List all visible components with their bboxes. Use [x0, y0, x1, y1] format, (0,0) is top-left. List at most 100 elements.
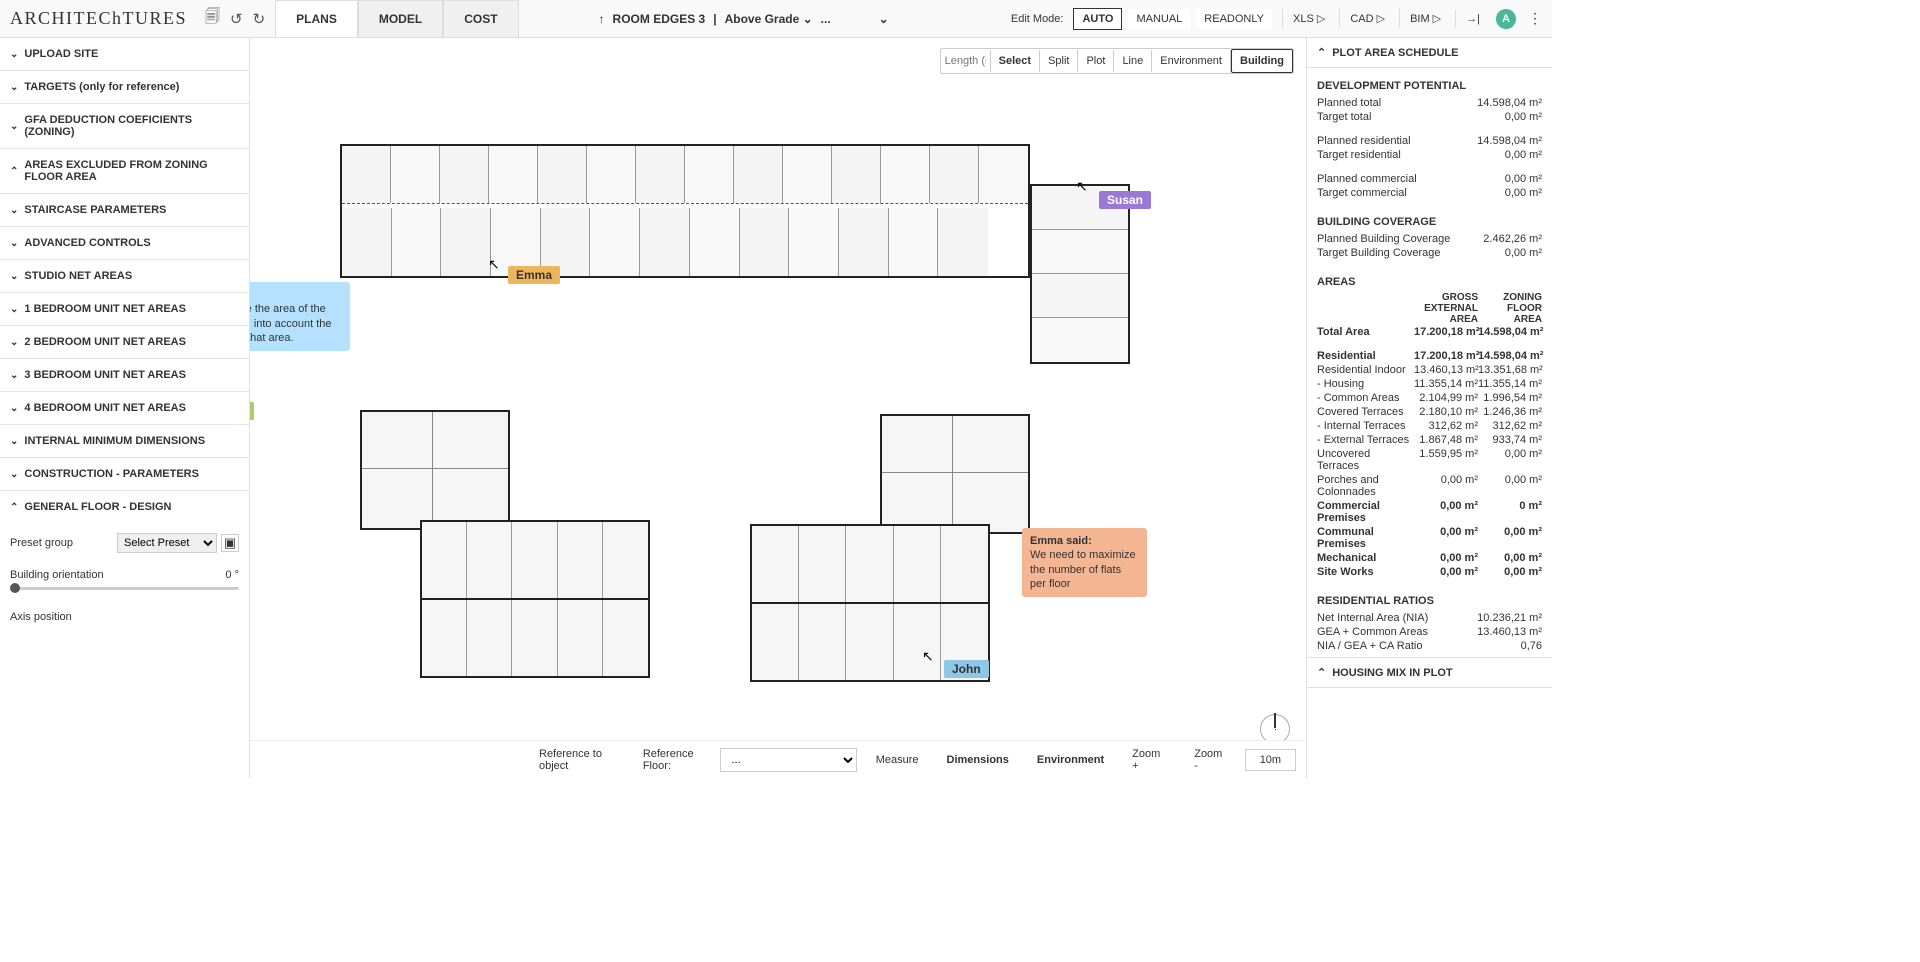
tool-split-button[interactable]: Split — [1040, 50, 1078, 72]
separator: | — [713, 12, 716, 26]
left-sidebar[interactable]: ⌄UPLOAD SITE ⌄TARGETS (only for referenc… — [0, 38, 250, 778]
panel-construction[interactable]: ⌄CONSTRUCTION - PARAMETERS — [0, 458, 249, 491]
tool-building-button[interactable]: Building — [1231, 49, 1293, 73]
tool-line-button[interactable]: Line — [1114, 50, 1152, 72]
save-icon[interactable]: 🗐 — [205, 6, 220, 31]
panel-label: INTERNAL MINIMUM DIMENSIONS — [24, 435, 205, 447]
panel-gfa[interactable]: ⌄GFA DEDUCTION COEFICIENTS (ZONING) — [0, 104, 249, 149]
user-tag-william[interactable]: William — [250, 402, 254, 420]
user-avatar[interactable]: A — [1496, 9, 1516, 29]
tab-cost[interactable]: COST — [443, 0, 518, 37]
comment-author: Emma said: — [1030, 535, 1092, 547]
row-c1: 1.867,48 m² — [1414, 434, 1478, 446]
export-xls-button[interactable]: XLS ▷ — [1282, 9, 1329, 28]
section-building-coverage: BUILDING COVERAGE Planned Building Cover… — [1307, 204, 1552, 264]
chevron-up-icon: ⌃ — [1317, 666, 1326, 679]
collapse-panel-icon[interactable]: →| — [1455, 10, 1484, 28]
row-label: Planned Building Coverage — [1317, 233, 1483, 245]
chevron-up-icon: ⌃ — [1317, 46, 1326, 59]
right-sidebar[interactable]: ⌃ PLOT AREA SCHEDULE DEVELOPMENT POTENTI… — [1306, 38, 1552, 778]
orientation-slider[interactable] — [10, 587, 239, 599]
panel-plot-area-schedule[interactable]: ⌃ PLOT AREA SCHEDULE — [1307, 38, 1552, 68]
row-c2: 11.355,14 m² — [1478, 378, 1542, 390]
chevron-down-icon: ⌄ — [10, 82, 18, 93]
row-label: Site Works — [1317, 566, 1414, 578]
redo-icon[interactable]: ↻ — [253, 10, 266, 28]
length-input[interactable] — [941, 50, 991, 72]
undo-icon[interactable]: ↺ — [230, 10, 243, 28]
zoom-in-button[interactable]: Zoom + — [1123, 742, 1175, 778]
tool-select-button[interactable]: Select — [991, 50, 1040, 72]
preset-add-button[interactable]: ▣ — [221, 534, 239, 552]
panel-four-bed[interactable]: ⌄4 BEDROOM UNIT NET AREAS — [0, 392, 249, 425]
panel-advanced[interactable]: ⌄ADVANCED CONTROLS — [0, 227, 249, 260]
panel-label: GENERAL FLOOR - DESIGN — [24, 501, 171, 513]
preset-select[interactable]: Select Preset — [117, 533, 217, 553]
floorplan-2[interactable] — [360, 410, 650, 688]
chevron-down-icon: ⌄ — [10, 271, 18, 282]
tab-plans[interactable]: PLANS — [275, 0, 358, 37]
panel-general-floor[interactable]: ⌃ GENERAL FLOOR - DESIGN — [0, 491, 249, 523]
panel-upload-site[interactable]: ⌄UPLOAD SITE — [0, 38, 249, 71]
row-value: 13.460,13 m² — [1477, 626, 1542, 638]
measure-button[interactable]: Measure — [867, 748, 928, 772]
panel-three-bed[interactable]: ⌄3 BEDROOM UNIT NET AREAS — [0, 359, 249, 392]
comment-text: We can reduce the area of the kitchens t… — [250, 303, 331, 344]
row-label: - Internal Terraces — [1317, 420, 1414, 432]
row-c1: 0,00 m² — [1414, 500, 1478, 512]
ref-floor-select[interactable]: ... — [720, 748, 856, 772]
row-label: Total Area — [1317, 326, 1414, 338]
tool-plot-button[interactable]: Plot — [1078, 50, 1114, 72]
panel-two-bed[interactable]: ⌄2 BEDROOM UNIT NET AREAS — [0, 326, 249, 359]
chevron-down-icon: ⌄ — [10, 469, 18, 480]
room-edges-label[interactable]: ROOM EDGES 3 — [613, 12, 706, 26]
row-label: Uncovered Terraces — [1317, 448, 1414, 472]
row-label: Net Internal Area (NIA) — [1317, 612, 1477, 624]
panel-excluded-areas[interactable]: ⌃AREAS EXCLUDED FROM ZONING FLOOR AREA — [0, 149, 249, 194]
above-grade-dropdown[interactable]: Above Grade ⌄ — [725, 12, 813, 26]
export-bim-button[interactable]: BIM ▷ — [1399, 9, 1445, 28]
chevron-up-icon: ⌃ — [10, 502, 18, 513]
panel-targets[interactable]: ⌄TARGETS (only for reference) — [0, 71, 249, 104]
row-c2: 0,00 m² — [1478, 566, 1542, 578]
comment-emma[interactable]: Emma said: We need to maximize the numbe… — [1022, 528, 1147, 597]
ref-to-object-button[interactable]: Reference to object — [530, 742, 633, 778]
building-orientation-value: 0 ° — [225, 569, 239, 581]
canvas-area[interactable]: Select Split Plot Line Environment Build… — [250, 38, 1306, 778]
floorplan-1[interactable] — [340, 144, 1030, 278]
row-label: Residential — [1317, 350, 1414, 362]
right-controls: Edit Mode: AUTO MANUAL READONLY XLS ▷ CA… — [1011, 8, 1552, 30]
panel-studio[interactable]: ⌄STUDIO NET AREAS — [0, 260, 249, 293]
arrow-up-icon[interactable]: ↑ — [599, 12, 605, 26]
building-orientation-label: Building orientation — [10, 569, 104, 581]
row-c1: 2.180,10 m² — [1414, 406, 1478, 418]
section-title: AREAS — [1317, 276, 1542, 288]
col-header-gea: GROSS EXTERNAL AREA — [1414, 292, 1478, 325]
floorplan-3[interactable] — [750, 414, 1030, 690]
comment-john[interactable]: John said: We can reduce the area of the… — [250, 282, 350, 351]
panel-staircase[interactable]: ⌄STAIRCASE PARAMETERS — [0, 194, 249, 227]
tab-model[interactable]: MODEL — [358, 0, 443, 37]
tool-environment-button[interactable]: Environment — [1152, 50, 1231, 72]
user-tag-susan[interactable]: Susan — [1099, 191, 1151, 209]
panel-one-bed[interactable]: ⌄1 BEDROOM UNIT NET AREAS — [0, 293, 249, 326]
user-tag-emma[interactable]: Emma — [508, 266, 560, 284]
kebab-menu-icon[interactable]: ⋮ — [1528, 10, 1542, 27]
panel-label: 1 BEDROOM UNIT NET AREAS — [24, 303, 186, 315]
environment-button[interactable]: Environment — [1028, 748, 1113, 772]
mode-manual-button[interactable]: MANUAL — [1128, 9, 1190, 29]
main-tabs: PLANS MODEL COST — [275, 0, 518, 37]
row-label: Residential Indoor — [1317, 364, 1414, 376]
export-cad-button[interactable]: CAD ▷ — [1339, 9, 1389, 28]
chevron-down-icon[interactable]: ⌄ — [879, 12, 889, 26]
row-c1: 0,00 m² — [1414, 566, 1478, 578]
user-tag-john[interactable]: John — [944, 660, 989, 678]
mode-auto-button[interactable]: AUTO — [1073, 8, 1122, 30]
ellipsis-dropdown[interactable]: ... — [821, 12, 831, 26]
panel-min-dims[interactable]: ⌄INTERNAL MINIMUM DIMENSIONS — [0, 425, 249, 458]
panel-housing-mix[interactable]: ⌃ HOUSING MIX IN PLOT — [1307, 657, 1552, 688]
zoom-out-button[interactable]: Zoom - — [1185, 742, 1235, 778]
mode-readonly-button[interactable]: READONLY — [1196, 9, 1272, 29]
dimensions-button[interactable]: Dimensions — [938, 748, 1018, 772]
top-bar: ARCHITEChTURES 🗐 ↺ ↻ PLANS MODEL COST ↑ … — [0, 0, 1552, 38]
